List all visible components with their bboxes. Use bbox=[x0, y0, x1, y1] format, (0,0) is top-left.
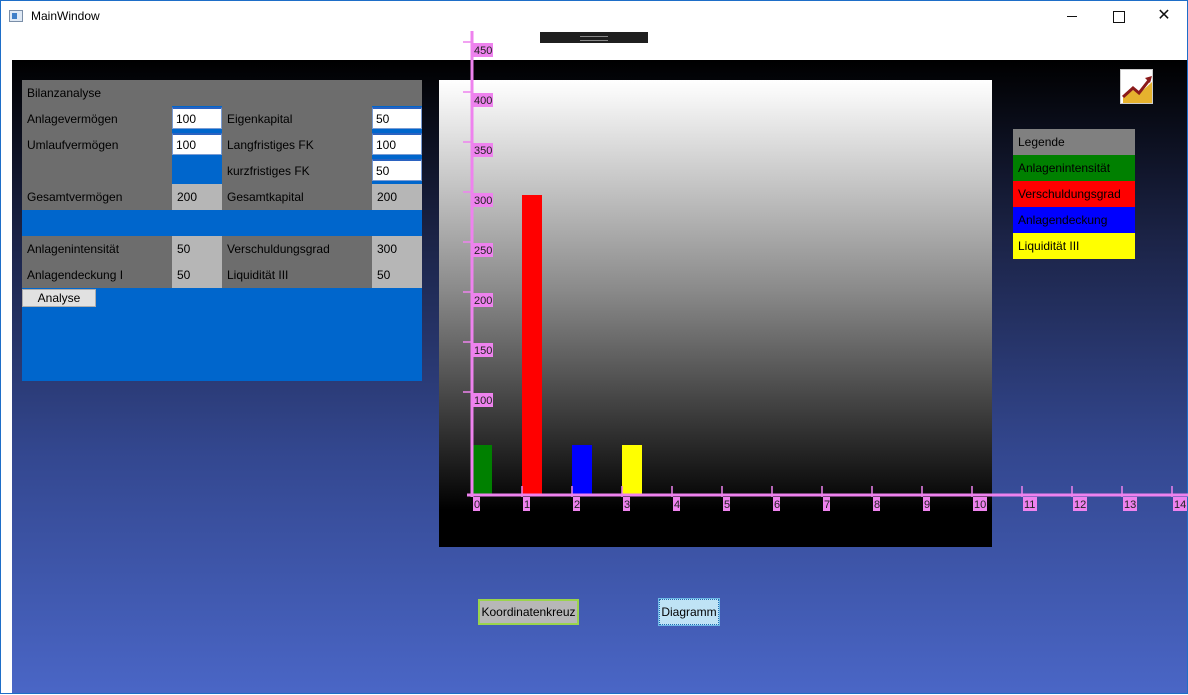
bar-chart: 1001502002503003504004500 1 2 3 4 5 6 7 8 9 10 11 12… bbox=[463, 31, 1188, 511]
bar-0 bbox=[472, 445, 492, 495]
koordinatenkreuz-button[interactable]: Koordinatenkreuz bbox=[478, 599, 579, 625]
x-tick-label: 1 bbox=[524, 499, 530, 511]
main-window: MainWindow ✕ Bilanzanalyse Anlagevermöge… bbox=[0, 0, 1188, 694]
legend-item-liquiditaet: Liquidität III bbox=[1013, 233, 1135, 259]
y-tick-label: 200 bbox=[474, 295, 492, 307]
legend-item-verschuldungsgrad: Verschuldungsgrad bbox=[1013, 181, 1135, 207]
x-tick-label: 2 bbox=[574, 499, 580, 511]
y-tick-label: 250 bbox=[474, 245, 492, 257]
x-tick-label: 5 bbox=[724, 499, 730, 511]
legend: Legende Anlagenintensität Verschuldungsg… bbox=[1013, 129, 1135, 259]
bar-1 bbox=[522, 195, 542, 495]
x-tick-label: 6 bbox=[774, 499, 780, 511]
bar-2 bbox=[572, 445, 592, 495]
x-tick-label: 12 bbox=[1074, 499, 1086, 511]
x-tick-label: 9 bbox=[924, 499, 930, 511]
x-tick-label: 11 bbox=[1024, 499, 1035, 511]
x-tick-label: 8 bbox=[874, 499, 880, 511]
x-tick-label: 10 bbox=[974, 499, 986, 511]
y-tick-label: 350 bbox=[474, 145, 492, 157]
x-tick-label: 4 bbox=[674, 499, 680, 511]
x-tick-label: 0 bbox=[474, 499, 480, 511]
legend-item-anlagenintensitaet: Anlagenintensität bbox=[1013, 155, 1135, 181]
x-tick-label: 14 bbox=[1174, 499, 1186, 511]
x-tick-label: 13 bbox=[1124, 499, 1136, 511]
y-tick-label: 450 bbox=[474, 45, 492, 57]
x-tick-label: 3 bbox=[624, 499, 630, 511]
legend-item-anlagendeckung: Anlagendeckung bbox=[1013, 207, 1135, 233]
y-tick-label: 150 bbox=[474, 345, 492, 357]
y-tick-label: 300 bbox=[474, 195, 492, 207]
chart-logo-icon bbox=[1120, 69, 1153, 104]
legend-title: Legende bbox=[1013, 129, 1135, 155]
x-tick-label: 7 bbox=[824, 499, 830, 511]
bar-3 bbox=[622, 445, 642, 495]
y-tick-label: 100 bbox=[474, 395, 492, 407]
diagramm-button[interactable]: Diagramm bbox=[658, 598, 720, 626]
y-tick-label: 400 bbox=[474, 95, 492, 107]
